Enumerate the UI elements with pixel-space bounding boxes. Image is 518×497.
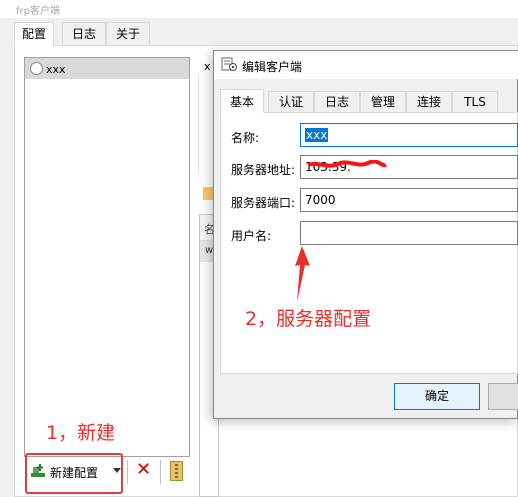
folder-icon[interactable] <box>203 187 213 200</box>
annotation-step2: 2，服务器配置 <box>245 308 372 330</box>
dialog-tabstrip: 基本 认证 日志 管理 连接 TLS <box>220 89 518 113</box>
toolbar-separator <box>127 460 128 484</box>
config-item-name: xxx <box>46 63 66 76</box>
archive-icon[interactable] <box>170 461 183 481</box>
name-label: 名称: <box>231 131 260 145</box>
tab-tls[interactable]: TLS <box>452 91 498 113</box>
app-icon <box>221 57 237 71</box>
server-port-field[interactable]: 7000 <box>300 188 518 212</box>
main-window-title: frp客户端 <box>16 6 60 17</box>
config-status-icon <box>30 62 43 75</box>
name-field[interactable]: xxx <box>300 123 518 147</box>
tab-log[interactable]: 日志 <box>62 22 106 46</box>
annotation-step1: 1，新建 <box>46 422 116 444</box>
server-port-value: 7000 <box>305 193 336 207</box>
tab-auth[interactable]: 认证 <box>268 91 314 113</box>
server-address-label: 服务器地址: <box>231 163 296 177</box>
main-titlebar <box>0 0 518 18</box>
annotation-highlight-box <box>25 453 123 494</box>
ok-button[interactable]: 确定 <box>394 383 480 410</box>
tab-log[interactable]: 日志 <box>314 91 360 113</box>
name-field-value: xxx <box>305 128 329 142</box>
tab-config[interactable]: 配置 <box>14 22 54 47</box>
cancel-button[interactable] <box>488 383 518 410</box>
tab-admin[interactable]: 管理 <box>360 91 406 113</box>
right-panel-label: x <box>204 60 211 73</box>
username-label: 用户名: <box>231 229 272 243</box>
username-field[interactable] <box>300 221 518 245</box>
toolbar-separator <box>160 460 161 484</box>
annotation-arrow <box>295 246 310 302</box>
delete-icon[interactable]: ✕ <box>136 459 151 480</box>
server-port-label: 服务器端口: <box>231 196 296 210</box>
right-panel-group <box>198 74 212 174</box>
tab-basic[interactable]: 基本 <box>220 89 264 113</box>
redaction-scribble <box>307 160 387 168</box>
tab-connection[interactable]: 连接 <box>406 91 452 113</box>
dialog-title: 编辑客户端 <box>242 60 303 74</box>
tab-about[interactable]: 关于 <box>106 22 150 46</box>
config-list[interactable] <box>24 57 190 457</box>
